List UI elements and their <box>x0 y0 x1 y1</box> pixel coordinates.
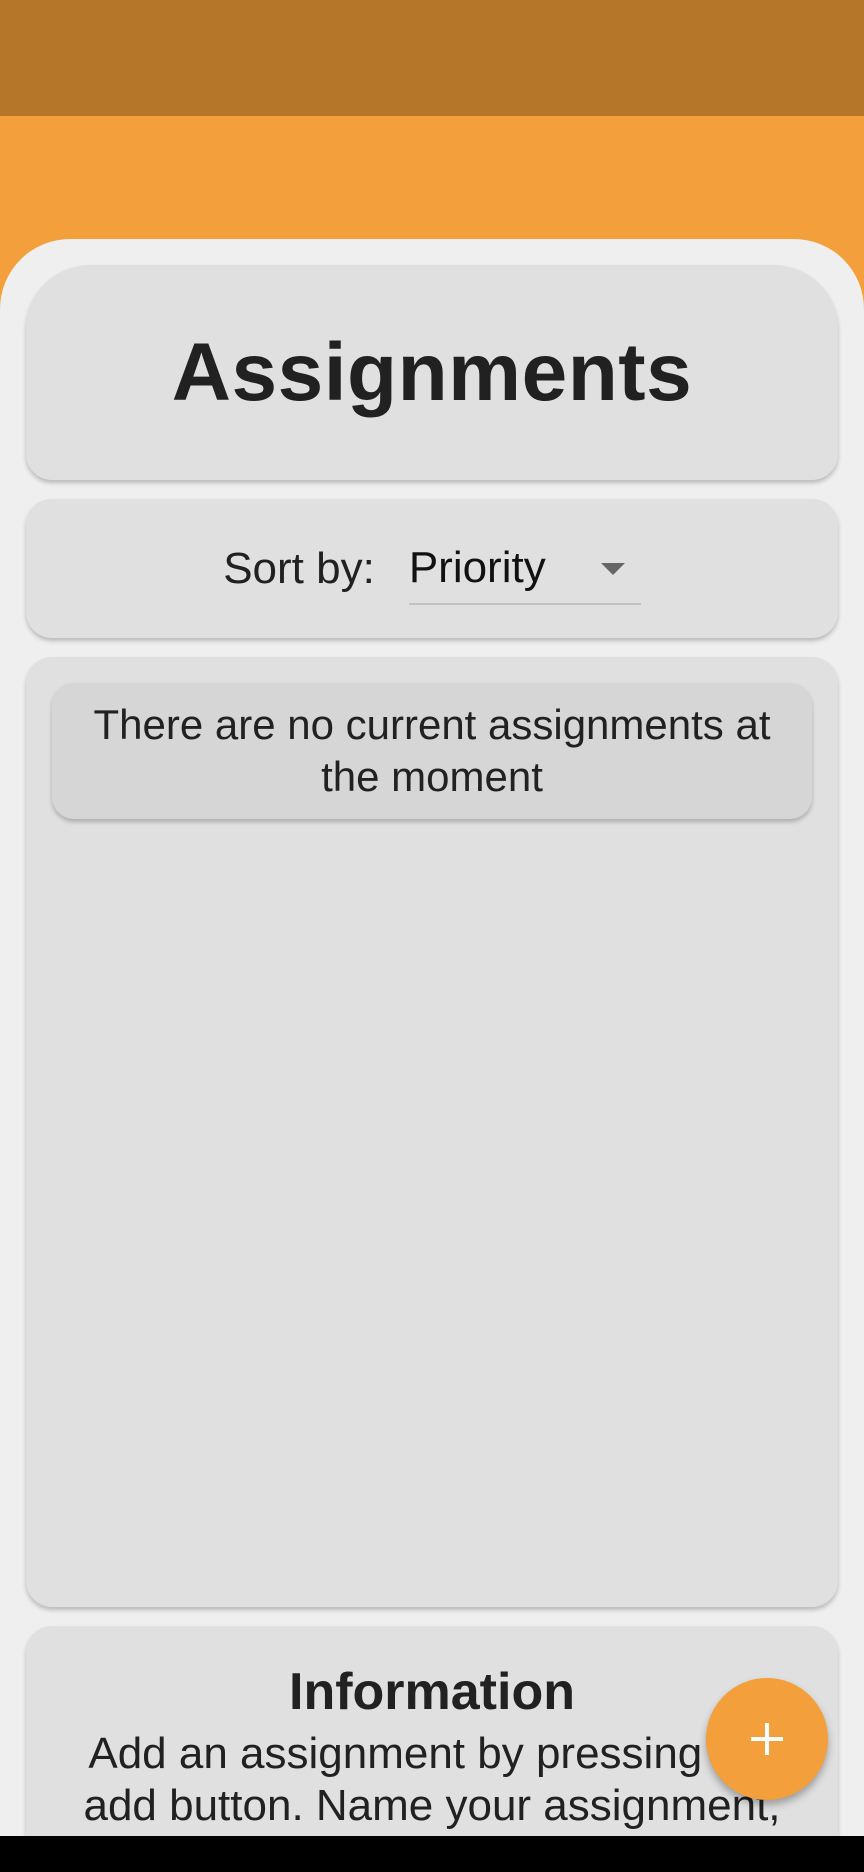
status-bar <box>0 0 864 116</box>
sort-dropdown[interactable]: Priority <box>408 533 641 605</box>
dropdown-arrow-icon <box>600 562 625 575</box>
information-title: Information <box>289 1663 575 1721</box>
title-card: Assignments <box>26 265 838 480</box>
navigation-bar <box>0 1836 864 1872</box>
empty-state-message: There are no current assignments at the … <box>93 701 771 800</box>
sort-label: Sort by: <box>223 543 375 593</box>
page-title: Assignments <box>171 326 693 418</box>
sort-card: Sort by: Priority <box>26 499 838 638</box>
add-assignment-button[interactable] <box>706 1678 828 1800</box>
empty-state-card: There are no current assignments at the … <box>52 683 812 819</box>
information-text: Add an assignment by pressing the add bu… <box>83 1729 781 1836</box>
assignments-list: There are no current assignments at the … <box>26 657 838 1607</box>
sort-selected-value: Priority <box>408 542 546 592</box>
plus-icon <box>751 1723 783 1755</box>
content-sheet: Assignments Sort by: Priority There are … <box>0 239 864 1836</box>
